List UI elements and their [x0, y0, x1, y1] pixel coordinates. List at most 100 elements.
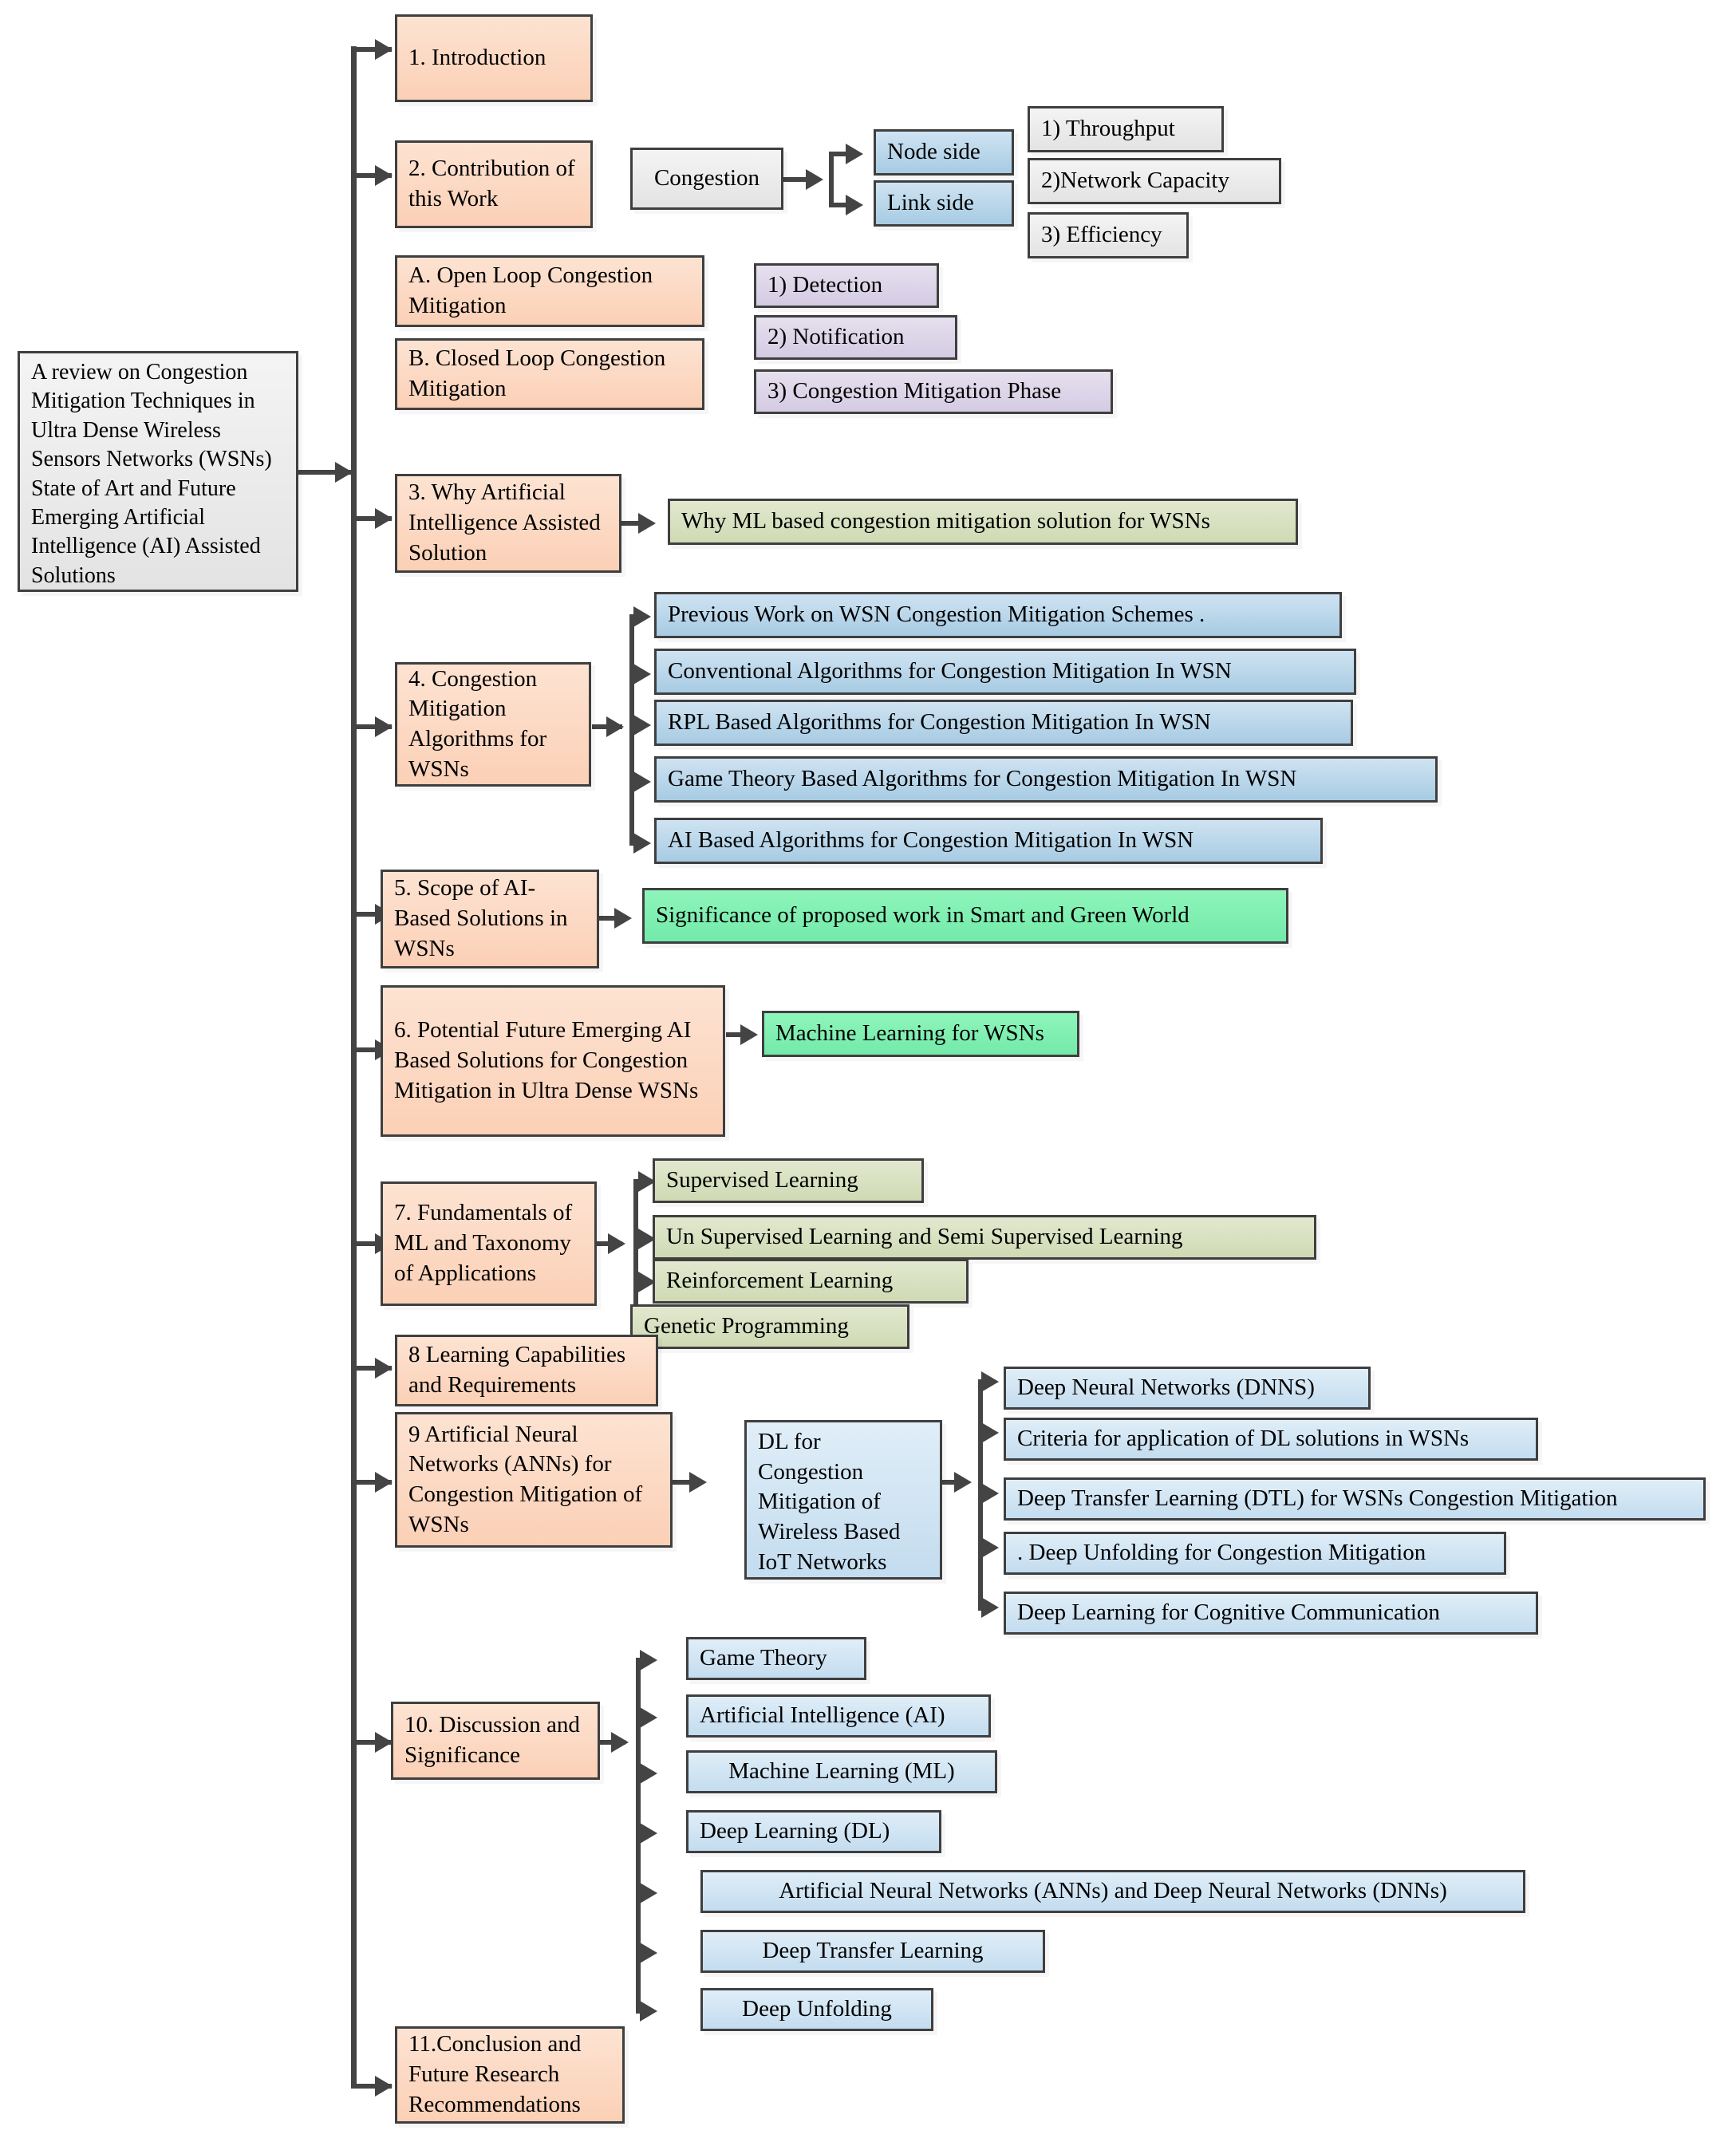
- arrow-s2: [375, 165, 393, 186]
- discussion-box-4-label: Deep Learning (DL): [700, 1818, 890, 1844]
- section-box-2a-label: A. Open Loop Congestion Mitigation: [408, 262, 653, 318]
- congestion-side-node-label: Node side: [887, 139, 980, 165]
- dl-topic-box-4[interactable]: . Deep Unfolding for Congestion Mitigati…: [1004, 1532, 1506, 1575]
- section-box-7-label: 7. Fundamentals of ML and Taxonomy of Ap…: [394, 1200, 573, 1286]
- discussion-box-2[interactable]: Artificial Intelligence (AI): [686, 1694, 991, 1738]
- arrow-s4-algo-5: [633, 833, 651, 854]
- dl-topic-box-4-label: . Deep Unfolding for Congestion Mitigati…: [1017, 1540, 1426, 1566]
- arrow-dl-1: [981, 1371, 999, 1392]
- discussion-box-5-label: Artificial Neural Networks (ANNs) and De…: [779, 1878, 1447, 1904]
- arrow-s4-algo-4: [633, 771, 651, 792]
- section-box-7[interactable]: 7. Fundamentals of ML and Taxonomy of Ap…: [381, 1181, 597, 1306]
- section-box-10-label: 10. Discussion and Significance: [404, 1712, 580, 1768]
- arrow-s8: [375, 1358, 393, 1379]
- congestion-node[interactable]: Congestion: [630, 148, 783, 210]
- arrow-s10-6: [640, 1943, 657, 1963]
- arrow-s4-fork: [606, 716, 624, 737]
- arrow-dlhub-out: [954, 1472, 972, 1493]
- algorithm-box-3[interactable]: RPL Based Algorithms for Congestion Miti…: [654, 700, 1353, 746]
- dl-topic-box-5-label: Deep Learning for Cognitive Communicatio…: [1017, 1600, 1440, 1626]
- arrow-s10-3: [640, 1763, 657, 1784]
- loop-phase-mitigation-label: 3) Congestion Mitigation Phase: [767, 378, 1062, 404]
- discussion-box-5[interactable]: Artificial Neural Networks (ANNs) and De…: [700, 1870, 1525, 1913]
- algorithm-box-2-label: Conventional Algorithms for Congestion M…: [668, 658, 1232, 684]
- section-box-8-label: 8 Learning Capabilities and Requirements: [408, 1342, 626, 1398]
- section-box-1[interactable]: 1. Introduction: [395, 14, 593, 102]
- arrow-s9-dlhub: [689, 1472, 707, 1493]
- discussion-box-1[interactable]: Game Theory: [686, 1637, 866, 1680]
- arrow-s4-algo-2: [633, 664, 651, 684]
- metric-network-capacity[interactable]: 2)Network Capacity: [1028, 158, 1281, 204]
- congestion-node-label: Congestion: [653, 165, 760, 191]
- dl-topic-box-2-label: Criteria for application of DL solutions…: [1017, 1426, 1470, 1452]
- arrow-s10: [375, 1732, 393, 1753]
- metric-throughput[interactable]: 1) Throughput: [1028, 106, 1224, 152]
- dl-hub-node[interactable]: DL for Congestion Mitigation of Wireless…: [744, 1420, 942, 1580]
- dl-topic-box-1[interactable]: Deep Neural Networks (DNNS): [1004, 1367, 1371, 1410]
- root-node[interactable]: A review on Congestion Mitigation Techni…: [18, 351, 298, 592]
- congestion-side-node[interactable]: Node side: [874, 129, 1014, 176]
- ml-taxonomy-box-4-label: Genetic Programming: [644, 1313, 849, 1339]
- arrow-s4: [375, 716, 393, 737]
- section-box-3-label: 3. Why Artificial Intelligence Assisted …: [408, 479, 601, 566]
- root-node-label: A review on Congestion Mitigation Techni…: [31, 360, 272, 588]
- algorithm-box-4-label: Game Theory Based Algorithms for Congest…: [668, 766, 1297, 792]
- section-box-5[interactable]: 5. Scope of AI-Based Solutions in WSNs: [381, 870, 599, 968]
- arrow-congestion-out: [806, 169, 823, 190]
- congestion-side-link-label: Link side: [887, 190, 974, 216]
- s7-fork-vertical: [633, 1179, 638, 1323]
- congestion-side-link[interactable]: Link side: [874, 180, 1014, 227]
- discussion-box-7[interactable]: Deep Unfolding: [700, 1988, 933, 2031]
- discussion-box-6[interactable]: Deep Transfer Learning: [700, 1930, 1045, 1973]
- section-box-5-label: 5. Scope of AI-Based Solutions in WSNs: [394, 875, 568, 961]
- arrow-dl-4: [981, 1537, 999, 1558]
- ml-taxonomy-box-2[interactable]: Un Supervised Learning and Semi Supervis…: [653, 1215, 1316, 1260]
- section-box-2[interactable]: 2. Contribution of this Work: [395, 140, 593, 228]
- significance-node-label: Significance of proposed work in Smart a…: [656, 902, 1190, 929]
- discussion-box-2-label: Artificial Intelligence (AI): [700, 1702, 945, 1729]
- dl-topic-box-3[interactable]: Deep Transfer Learning (DTL) for WSNs Co…: [1004, 1477, 1706, 1521]
- discussion-box-6-label: Deep Transfer Learning: [762, 1938, 984, 1964]
- section-box-2a[interactable]: A. Open Loop Congestion Mitigation: [395, 255, 704, 327]
- dl-topic-box-5[interactable]: Deep Learning for Cognitive Communicatio…: [1004, 1592, 1538, 1635]
- dl-topic-box-2[interactable]: Criteria for application of DL solutions…: [1004, 1418, 1538, 1461]
- significance-node[interactable]: Significance of proposed work in Smart a…: [642, 888, 1288, 944]
- ml-taxonomy-box-1[interactable]: Supervised Learning: [653, 1158, 924, 1203]
- machine-learning-wsn-node[interactable]: Machine Learning for WSNs: [762, 1011, 1079, 1057]
- section-box-9[interactable]: 9 Artificial Neural Networks (ANNs) for …: [395, 1412, 673, 1548]
- section-box-10[interactable]: 10. Discussion and Significance: [391, 1702, 600, 1780]
- section-box-4[interactable]: 4. Congestion Mitigation Algorithms for …: [395, 662, 591, 787]
- discussion-box-1-label: Game Theory: [700, 1645, 827, 1671]
- discussion-box-3[interactable]: Machine Learning (ML): [686, 1750, 997, 1793]
- section-box-2b[interactable]: B. Closed Loop Congestion Mitigation: [395, 338, 704, 410]
- arrow-s7-fork: [608, 1233, 625, 1254]
- algorithm-box-5-label: AI Based Algorithms for Congestion Mitig…: [668, 827, 1194, 854]
- arrow-s3: [375, 508, 393, 529]
- arrow-dl-2: [981, 1422, 999, 1443]
- arrow-s10-4: [640, 1823, 657, 1844]
- discussion-box-4[interactable]: Deep Learning (DL): [686, 1810, 941, 1853]
- ml-taxonomy-box-4[interactable]: Genetic Programming: [630, 1304, 909, 1349]
- loop-phase-detection[interactable]: 1) Detection: [754, 263, 939, 308]
- flowchart-canvas: A review on Congestion Mitigation Techni…: [0, 0, 1736, 2138]
- section-box-6[interactable]: 6. Potential Future Emerging AI Based So…: [381, 985, 725, 1137]
- why-ml-node[interactable]: Why ML based congestion mitigation solut…: [668, 499, 1298, 545]
- loop-phase-notification[interactable]: 2) Notification: [754, 315, 957, 360]
- section-box-2-label: 2. Contribution of this Work: [408, 156, 575, 211]
- section-box-3[interactable]: 3. Why Artificial Intelligence Assisted …: [395, 474, 621, 573]
- arrow-s10-5: [640, 1883, 657, 1903]
- loop-phase-detection-label: 1) Detection: [767, 272, 883, 298]
- algorithm-box-1[interactable]: Previous Work on WSN Congestion Mitigati…: [654, 592, 1342, 638]
- algorithm-box-4[interactable]: Game Theory Based Algorithms for Congest…: [654, 756, 1438, 803]
- section-box-11[interactable]: 11.Conclusion and Future Research Recomm…: [395, 2026, 625, 2124]
- arrow-node-side: [846, 144, 863, 164]
- algorithm-box-5[interactable]: AI Based Algorithms for Congestion Mitig…: [654, 818, 1323, 864]
- section-box-9-label: 9 Artificial Neural Networks (ANNs) for …: [408, 1421, 643, 1537]
- algorithm-box-2[interactable]: Conventional Algorithms for Congestion M…: [654, 649, 1356, 695]
- arrow-s1: [375, 39, 393, 60]
- loop-phase-mitigation[interactable]: 3) Congestion Mitigation Phase: [754, 369, 1113, 414]
- metric-efficiency[interactable]: 3) Efficiency: [1028, 212, 1189, 258]
- section-box-8[interactable]: 8 Learning Capabilities and Requirements: [395, 1335, 658, 1406]
- ml-taxonomy-box-2-label: Un Supervised Learning and Semi Supervis…: [666, 1224, 1183, 1250]
- ml-taxonomy-box-3[interactable]: Reinforcement Learning: [653, 1259, 969, 1304]
